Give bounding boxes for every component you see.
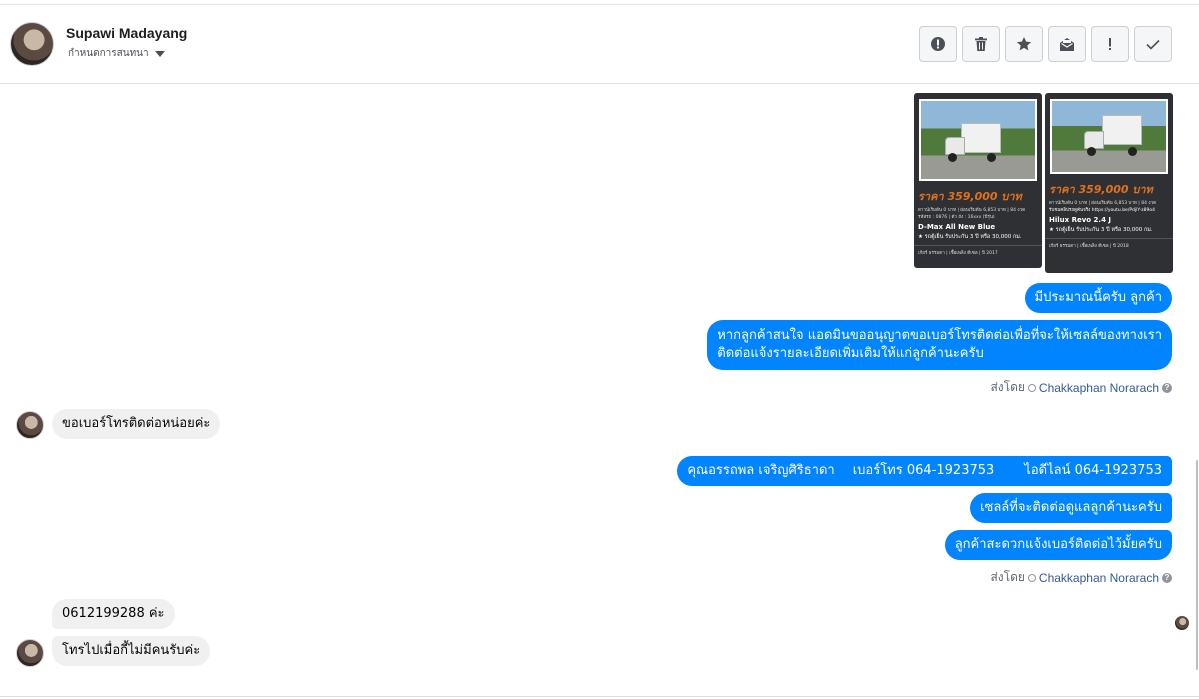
trash-icon — [975, 37, 987, 51]
listing-id: รหัสรถ : 0876 | ตัว ถัง : 16xxx (ปีรุ่น) — [918, 215, 995, 220]
help-icon[interactable]: ? — [1162, 382, 1172, 393]
outgoing-message[interactable]: ลูกค้าสะดวกแจ้งเบอร์ติดต่อไว้มั้ยครับ — [944, 530, 1172, 560]
alert-circle-icon — [931, 37, 945, 51]
star-button[interactable] — [1005, 26, 1043, 62]
incoming-message[interactable]: โทรไปเมื่อกี้ไม่มีคนรับค่ะ — [52, 636, 211, 666]
listing-warranty: ★ รถตู้เย็น รับประกัน 3 ปี หรือ 30,000 ก… — [1049, 227, 1153, 233]
truck-photo — [1050, 99, 1168, 174]
conversation-schedule-dropdown[interactable]: กำหนดการสนทนา — [68, 46, 165, 61]
delete-button[interactable] — [962, 26, 1000, 62]
check-circle-icon — [1027, 573, 1036, 582]
caret-down-icon — [154, 50, 165, 57]
listing-warranty: ★ รถตู้เย็น รับประกัน 3 ปี หรือ 30,000 ก… — [918, 234, 1022, 240]
car-listing-image[interactable]: ราคา 359,000 บาท ดาวน์เริ่มต้น 0 บาท | ผ… — [914, 93, 1042, 268]
message-line: ติดต่อแจ้งรายละเอียดเพิ่มเติมให้แก่ลูกค้… — [717, 346, 984, 361]
car-listing-image[interactable]: ราคา 359,000 บาท ดาวน์เริ่มต้น 0 บาท | ผ… — [1045, 93, 1173, 273]
conversation-header: Supawi Madayang กำหนดการสนทนา — [0, 4, 1199, 84]
avatar[interactable] — [16, 639, 44, 667]
check-circle-icon — [1027, 383, 1036, 392]
outgoing-message[interactable]: เซลล์ที่จะติดต่อดูแลลูกค้านะครับ — [970, 493, 1172, 523]
listing-spec: ดาวน์เริ่มต้น 0 บาท | ผ่อนเริ่มต้น 6,853… — [918, 208, 1026, 213]
message-line-id: ไอดีไลน์ 064-1923753 — [1024, 463, 1162, 478]
mark-unread-button[interactable] — [1048, 26, 1086, 62]
mark-done-button[interactable] — [1134, 26, 1172, 62]
mark-important-button[interactable] — [1091, 26, 1129, 62]
message-line: หากลูกค้าสนใจ แอดมินขออนุญาตขอเบอร์โทรติ… — [717, 328, 1162, 343]
listing-footer: เกียร์ ธรรมดา | เชื้อเพลิง ดีเซล | ปี 20… — [914, 245, 1042, 259]
listing-video-link: รับชมคลิปรถดูคันจริง https://youtu.be/Pd… — [1049, 208, 1155, 213]
listing-spec: ดาวน์เริ่มต้น 0 บาท | ผ่อนเริ่มต้น 6,853… — [1049, 201, 1157, 206]
avatar[interactable] — [10, 22, 54, 66]
truck-photo — [919, 99, 1037, 181]
divider — [0, 696, 1199, 697]
sent-by-label: ส่งโดย — [990, 380, 1025, 394]
help-icon[interactable]: ? — [1162, 572, 1172, 583]
avatar[interactable] — [16, 411, 44, 439]
sent-by-label: ส่งโดย — [990, 570, 1025, 584]
sent-by-info: ส่งโดย Chakkaphan Norarach ? — [990, 378, 1172, 397]
message-phone: เบอร์โทร 064-1923753 — [852, 463, 995, 478]
agent-name-link[interactable]: Chakkaphan Norarach — [1039, 571, 1159, 585]
outgoing-message[interactable]: หากลูกค้าสนใจ แอดมินขออนุญาตขอเบอร์โทรติ… — [707, 320, 1172, 370]
incoming-message[interactable]: ขอเบอร์โทรติดต่อหน่อยค่ะ — [52, 409, 221, 439]
listing-model: Hilux Revo 2.4 J — [1049, 216, 1111, 224]
checkmark-icon — [1146, 39, 1160, 50]
exclamation-icon — [1109, 38, 1111, 50]
mark-unread-icon — [1060, 38, 1074, 51]
seen-indicator-avatar — [1175, 616, 1189, 630]
listing-footer: เกียร์ ธรรมดา | เชื้อเพลิง ดีเซล | ปี 20… — [1045, 238, 1173, 252]
outgoing-message[interactable]: มีประมาณนี้ครับ ลูกค้า — [1024, 283, 1172, 313]
scrollbar[interactable] — [1196, 460, 1198, 670]
sent-by-info: ส่งโดย Chakkaphan Norarach ? — [990, 568, 1172, 587]
listing-model: D-Max All New Blue — [918, 223, 996, 231]
outgoing-message[interactable]: คุณอรรถพล เจริญศิริธาดา เบอร์โทร 064-1923… — [677, 456, 1172, 486]
schedule-label: กำหนดการสนทนา — [68, 48, 149, 59]
spam-button[interactable] — [919, 26, 957, 62]
message-contact-name: คุณอรรถพล เจริญศิริธาดา — [687, 463, 835, 478]
incoming-message[interactable]: 0612199288 ค่ะ — [52, 599, 175, 629]
listing-price: ราคา 359,000 บาท — [1049, 183, 1153, 196]
contact-name[interactable]: Supawi Madayang — [66, 25, 187, 41]
header-actions — [919, 26, 1172, 62]
star-icon — [1016, 37, 1032, 51]
listing-price: ราคา 359,000 บาท — [918, 190, 1022, 203]
agent-name-link[interactable]: Chakkaphan Norarach — [1039, 381, 1159, 395]
